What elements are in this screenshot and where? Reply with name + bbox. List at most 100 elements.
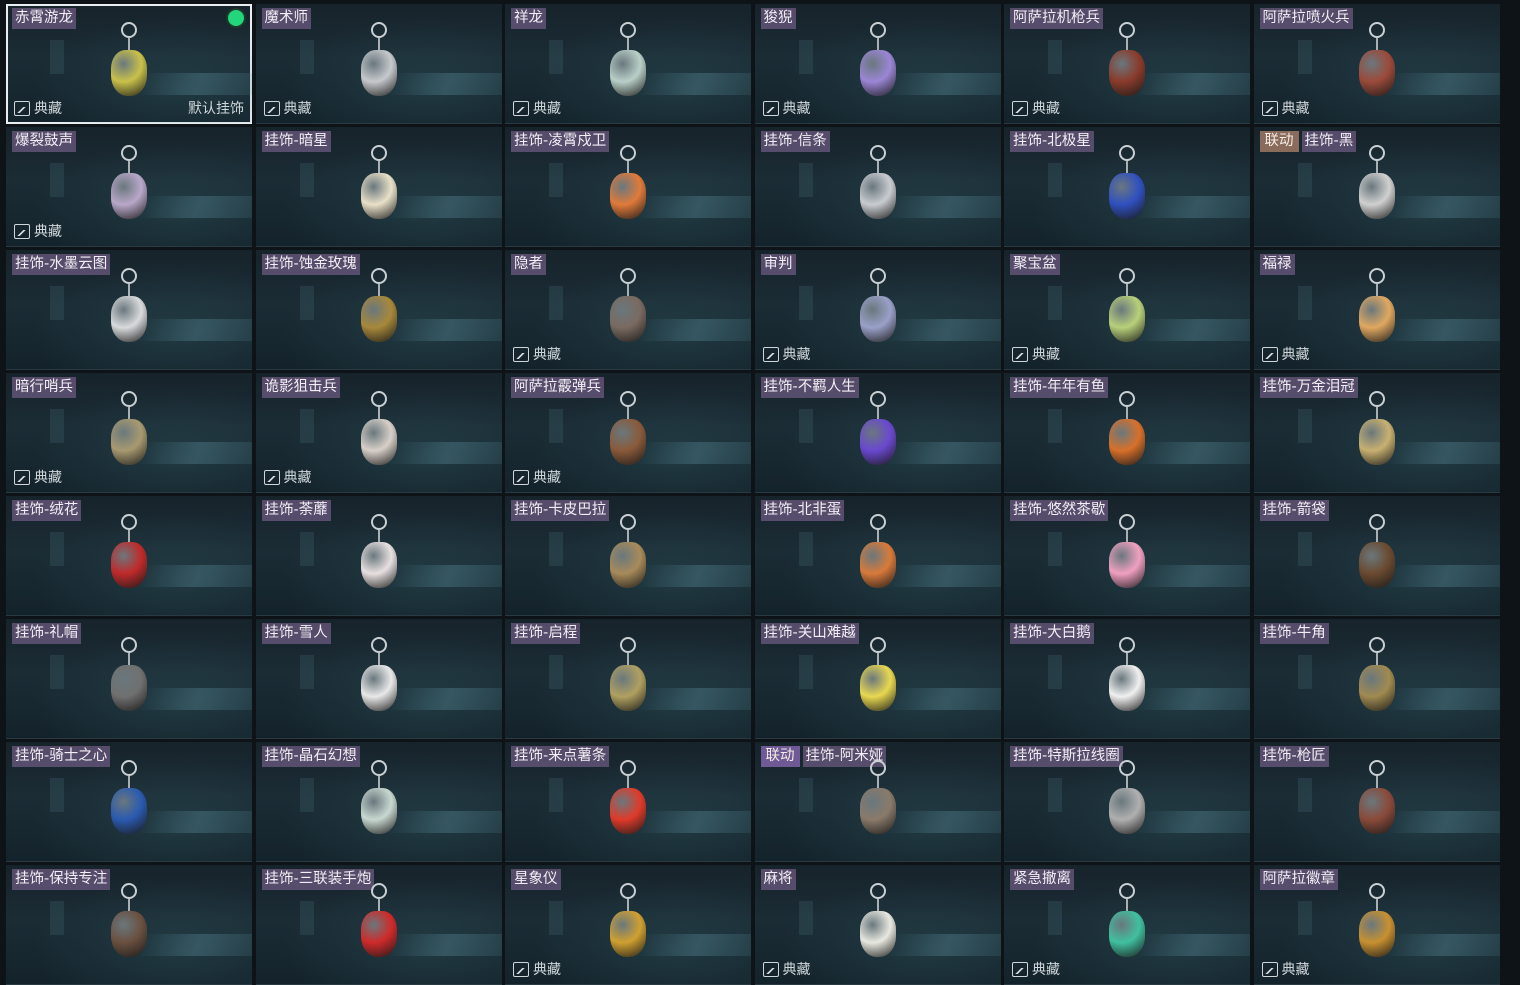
charm-card[interactable]: 挂饰-枪匠 [1253,742,1500,862]
charm-card[interactable]: 阿萨拉机枪兵 典藏 [1004,4,1250,124]
charm-card[interactable]: 挂饰-晶石幻想 [255,742,502,862]
charm-card[interactable]: 联动 挂饰-黑 [1253,127,1500,247]
collection-text: 典藏 [1032,962,1060,978]
charm-card[interactable]: 挂饰-来点薯条 [505,742,751,862]
keyring-icon [370,391,387,407]
gunsmith-box-icon [1337,756,1417,856]
charm-card[interactable]: 福禄 典藏 [1253,250,1500,370]
charm-body [1358,911,1395,957]
charm-label: 星象仪 [511,869,561,890]
keyring-icon [121,760,137,776]
keyring-icon [1368,391,1385,407]
charm-card[interactable]: 隐者 典藏 [505,250,751,370]
chain-icon [377,899,380,911]
chain-icon [1126,899,1128,911]
charm-card[interactable]: 挂饰-骑士之心 [6,742,252,862]
charm-body [111,665,147,711]
charm-card[interactable]: 挂饰-北极星 [1004,127,1250,247]
keyring-icon [869,883,886,899]
charm-card[interactable]: 挂饰-大白鹅 [1004,619,1250,739]
charm-card[interactable]: 爆裂鼓声 典藏 [6,127,252,247]
chain-icon [1126,284,1128,296]
charm-card[interactable]: 挂饰-荼蘼 [255,496,502,616]
charm-card[interactable]: 挂饰-信条 [754,127,1001,247]
charm-card[interactable]: 挂饰-不羁人生 [754,373,1001,493]
charm-card[interactable]: 紧急撤离典藏 [1004,865,1250,985]
charm-card[interactable]: 挂饰-悠然茶歇 [1004,496,1250,616]
collection-tag: 典藏 [513,344,561,364]
charm-name: 魔术师 [261,8,311,29]
charm-card[interactable]: 挂饰-暗星 [255,127,502,247]
card-background-decor [50,285,65,320]
chain-icon [377,38,380,50]
collection-text: 典藏 [782,101,811,117]
collection-tag: 典藏 [263,467,312,487]
charm-card[interactable]: 狻猊 典藏 [754,4,1001,124]
charm-card[interactable]: 挂饰-礼帽 [6,619,252,739]
charm-card[interactable]: 挂饰-万金泪冠 [1253,373,1500,493]
keyring-icon [869,145,886,161]
collection-text: 典藏 [283,470,312,486]
charm-card[interactable]: 审判 典藏 [754,250,1001,370]
charm-body [859,296,896,342]
rocket-icon [588,141,668,241]
charm-body [111,419,147,465]
charm-card[interactable]: 挂饰-凌霄戍卫 [505,127,751,247]
charm-card[interactable]: 挂饰-特斯拉线圈 [1004,742,1250,862]
capybara-icon [588,510,668,610]
charm-card[interactable]: 挂饰-北非蛋 [754,496,1001,616]
charm-name: 紧急撤离 [1010,869,1074,890]
charm-body [360,665,397,711]
charm-card[interactable]: 聚宝盆 典藏 [1004,250,1250,370]
charm-card[interactable]: 联动 挂饰-阿米娅 [754,742,1001,862]
charm-body [610,788,646,834]
charm-card[interactable]: 挂饰-水墨云图 [6,250,252,370]
chain-icon [1126,653,1128,665]
charm-card[interactable]: 暗行哨兵 典藏 [6,373,252,493]
charm-card[interactable]: 阿萨拉喷火兵 典藏 [1253,4,1500,124]
keyring-icon [620,760,636,776]
keyring-icon [1368,145,1385,161]
charm-card[interactable]: 挂饰-启程 [505,619,751,739]
chain-icon [876,653,879,665]
charm-card[interactable]: 麻将 典藏 [754,865,1001,985]
charm-card[interactable]: 阿萨拉徽章 典藏 [1253,865,1500,985]
charm-card[interactable]: 阿萨拉霰弹兵 典藏 [505,373,751,493]
charm-card[interactable]: 挂饰-三联装手炮 [255,865,502,985]
knight-shield-icon [89,756,169,856]
charm-card[interactable]: 诡影狙击兵 典藏 [255,373,502,493]
charm-body [360,50,397,96]
keyring-icon [1119,883,1135,899]
charm-card[interactable]: 挂饰-箭袋 [1253,496,1500,616]
charm-label: 挂饰-牛角 [1259,623,1329,644]
chain-icon [1375,653,1378,665]
charm-card[interactable]: 挂饰-绒花 [6,496,252,616]
snowman-icon [339,633,419,733]
collection-tag: 典藏 [762,98,811,118]
chain-icon [876,776,879,788]
charm-body [859,419,896,465]
charm-card[interactable]: 挂饰-保持专注 [6,865,252,985]
charm-card[interactable]: 魔术师 典藏 [255,4,502,124]
charm-card[interactable]: 挂饰-牛角 [1253,619,1500,739]
collection-text: 典藏 [1281,962,1310,978]
card-background-decor [299,900,314,935]
chain-icon [128,284,130,296]
card-background-decor [549,408,564,443]
evac-badge-icon [1087,879,1167,979]
charm-card[interactable]: 挂饰-卡皮巴拉 [505,496,751,616]
keyring-icon [869,760,886,776]
chain-icon [1375,530,1378,542]
charm-card[interactable]: 赤霄游龙 典藏 默认挂饰 [6,4,252,124]
charm-card[interactable]: 挂饰-关山难越 [754,619,1001,739]
golden-rose-icon [339,264,419,364]
chain-icon [1375,38,1378,50]
charm-card[interactable]: 挂饰-雪人 [255,619,502,739]
charm-card[interactable]: 祥龙 典藏 [505,4,751,124]
charm-label: 挂饰-枪匠 [1259,746,1329,767]
keyring-icon [370,145,387,161]
charm-card[interactable]: 挂饰-年年有鱼 [1004,373,1250,493]
charm-card[interactable]: 挂饰-蚀金玫瑰 [255,250,502,370]
charm-name: 福禄 [1259,254,1295,275]
charm-card[interactable]: 星象仪 典藏 [505,865,751,985]
